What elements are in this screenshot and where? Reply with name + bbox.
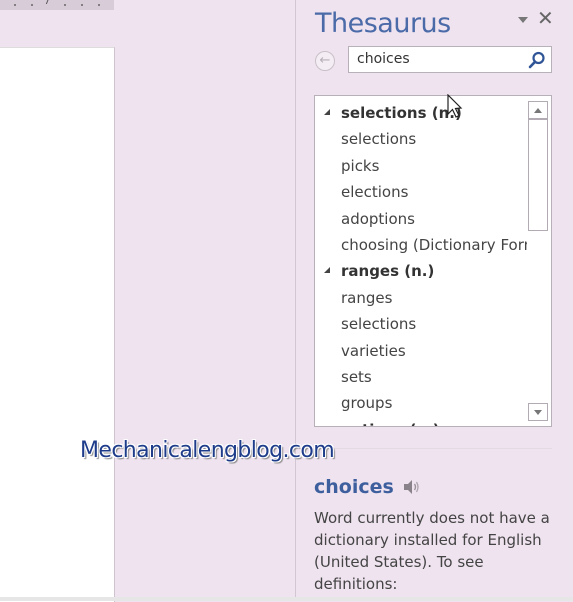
result-label: sets <box>341 367 372 386</box>
definition-word: choices <box>314 476 394 498</box>
ruler-number: 7 <box>44 0 51 7</box>
result-label: ranges <box>341 288 393 307</box>
thesaurus-pane: Thesaurus ✕ ← selections (n.) selections p… <box>296 0 573 597</box>
synonym-results-list[interactable]: selections (n.) selections picks elections a… <box>314 95 552 427</box>
synonym-item[interactable]: groups <box>315 390 527 416</box>
result-label: selections (n.) <box>341 104 462 122</box>
search-input[interactable] <box>357 51 527 67</box>
search-box[interactable] <box>348 46 552 73</box>
collapse-triangle-icon[interactable] <box>324 109 330 115</box>
scrollbar[interactable] <box>528 101 548 421</box>
ruler: 7 <box>0 0 114 10</box>
result-category-header[interactable]: options (n.) <box>315 417 527 426</box>
synonym-item[interactable]: sets <box>315 364 527 390</box>
task-pane-options-chevron-down-icon[interactable] <box>516 14 530 26</box>
scroll-up-button[interactable] <box>528 101 548 119</box>
back-arrow-icon[interactable]: ← <box>315 51 335 71</box>
ruler-tick <box>31 4 33 6</box>
synonym-item[interactable]: adoptions <box>315 206 527 232</box>
synonym-item[interactable]: choosing (Dictionary Form) <box>315 232 527 258</box>
result-label: elections <box>341 183 409 202</box>
synonym-item[interactable]: ranges <box>315 285 527 311</box>
result-label: picks <box>341 156 380 175</box>
results-list: selections (n.) selections picks elections a… <box>315 100 527 426</box>
ruler-tick <box>14 4 16 6</box>
close-icon[interactable]: ✕ <box>537 8 554 28</box>
synonym-item[interactable]: varieties <box>315 338 527 364</box>
collapse-triangle-icon[interactable] <box>324 267 330 274</box>
result-label: adoptions <box>341 209 415 228</box>
collapse-triangle-icon[interactable] <box>324 425 330 426</box>
mouse-pointer-icon <box>447 94 463 118</box>
separator <box>314 448 552 449</box>
result-label: choosing (Dictionary Form) <box>341 235 527 254</box>
ruler-tick <box>64 4 66 6</box>
scroll-thumb[interactable] <box>528 119 548 231</box>
result-label: ranges (n.) <box>341 262 435 281</box>
definition-text: Word currently does not have a dictionar… <box>314 509 550 593</box>
ruler-tick <box>98 4 100 6</box>
speaker-icon[interactable] <box>402 479 420 495</box>
synonym-item[interactable]: selections <box>315 126 527 152</box>
result-label: groups <box>341 394 393 413</box>
result-label: selections <box>341 315 417 334</box>
search-icon[interactable] <box>528 51 546 69</box>
synonym-item[interactable]: elections <box>315 179 527 205</box>
result-label: varieties <box>341 341 406 360</box>
result-label: options (n.) <box>341 421 440 426</box>
pane-title: Thesaurus <box>315 8 451 39</box>
bottom-edge <box>0 597 573 601</box>
result-category-header[interactable]: selections (n.) <box>315 100 527 126</box>
document-page[interactable] <box>0 47 115 602</box>
result-category-header[interactable]: ranges (n.) <box>315 258 527 284</box>
watermark: Mechanicalengblog.com <box>80 438 335 463</box>
synonym-item[interactable]: selections <box>315 311 527 337</box>
result-label: selections <box>341 130 417 149</box>
ruler-tick <box>81 4 83 6</box>
synonym-item[interactable]: picks <box>315 153 527 179</box>
scroll-down-button[interactable] <box>528 403 548 421</box>
